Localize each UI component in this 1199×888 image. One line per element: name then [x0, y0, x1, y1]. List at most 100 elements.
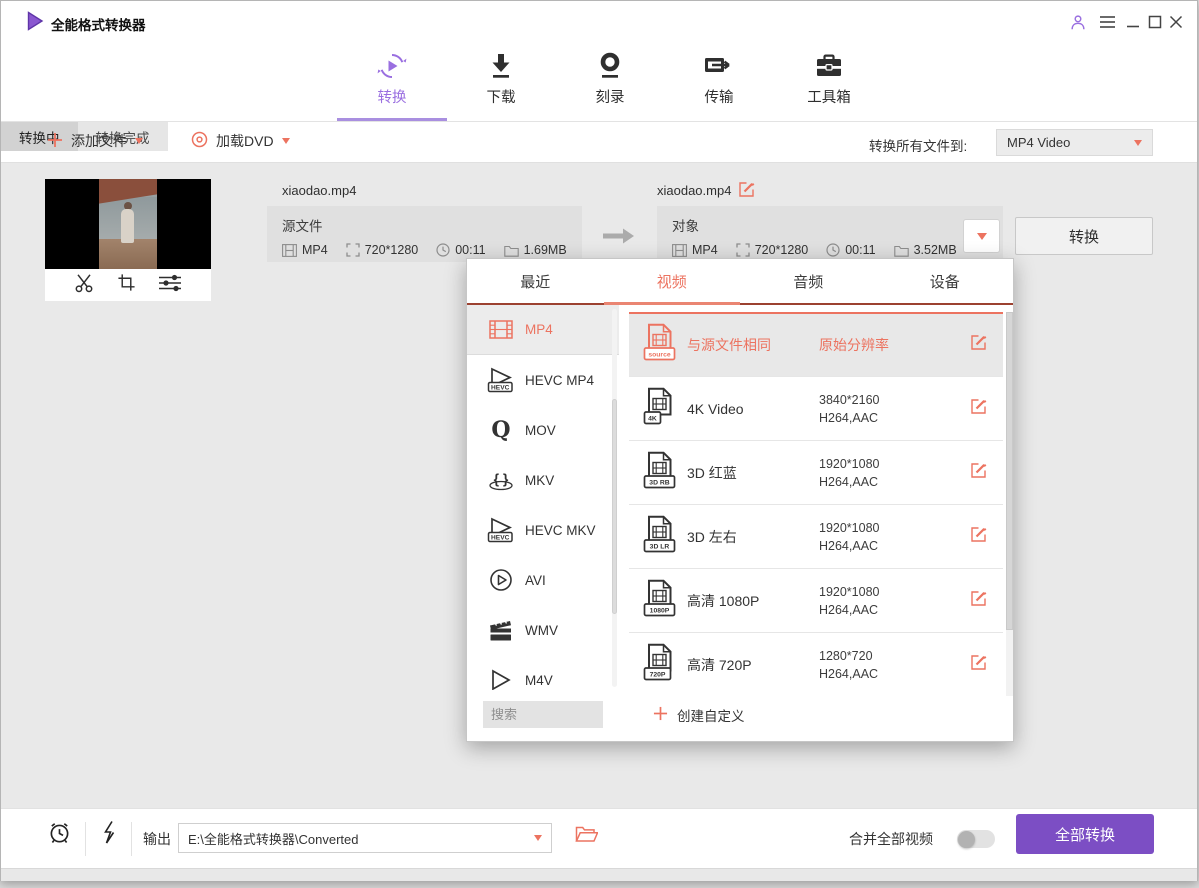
preset-specs: 1920*1080H264,AAC — [819, 569, 879, 632]
minimize-button[interactable] — [1124, 13, 1142, 31]
open-folder-icon[interactable] — [575, 824, 598, 848]
resolution-icon — [736, 243, 750, 257]
merge-toggle[interactable] — [957, 830, 995, 848]
folder-icon — [894, 244, 909, 257]
svg-text:{ }: { } — [494, 471, 509, 487]
source-format: MP4 — [302, 243, 328, 257]
tab-toolbox[interactable]: 工具箱 — [783, 49, 875, 113]
target-format: MP4 — [692, 243, 718, 257]
preset-specs: 原始分辨率 — [819, 314, 889, 376]
preset-codec: H264,AAC — [819, 411, 879, 425]
film-icon — [485, 320, 517, 339]
search-input[interactable] — [483, 701, 603, 728]
close-button[interactable] — [1167, 13, 1185, 31]
add-file-button[interactable]: 添加文件 — [47, 131, 143, 151]
clock-icon — [826, 243, 840, 257]
trim-icon[interactable] — [74, 273, 95, 298]
download-icon — [488, 49, 514, 83]
format-item-m4v[interactable]: M4V — [467, 655, 619, 690]
merge-videos-label: 合并全部视频 — [849, 829, 933, 849]
preset-list-scrollbar[interactable] — [1006, 312, 1013, 696]
format-panel: 最近视频音频设备 MP4HEVCHEVC MP4QMOV{ }MKVHEVCHE… — [466, 258, 1014, 742]
menu-icon[interactable] — [1098, 13, 1116, 31]
clapperboard-icon — [485, 618, 517, 642]
play-outline-icon — [485, 669, 517, 690]
preset-codec: H264,AAC — [819, 539, 879, 553]
target-size: 3.52MB — [914, 243, 957, 257]
film-icon — [672, 244, 687, 257]
create-custom-button[interactable]: 创建自定义 — [653, 705, 745, 725]
preset-row-720p[interactable]: 720P高清 720P1280*720H264,AAC — [629, 632, 1003, 696]
high-speed-icon[interactable] — [100, 820, 117, 850]
format-item-mkv[interactable]: { }MKV — [467, 455, 619, 505]
preset-dropdown-button[interactable] — [963, 219, 1000, 253]
format-item-hevc-mp4[interactable]: HEVCHEVC MP4 — [467, 355, 619, 405]
panel-tabs: 最近视频音频设备 — [467, 259, 1013, 305]
format-label: HEVC MKV — [525, 523, 596, 538]
source-section-label: 源文件 — [282, 215, 582, 235]
convert-all-button[interactable]: 全部转换 — [1016, 814, 1154, 854]
convert-button[interactable]: 转换 — [1015, 217, 1153, 255]
preset-row-4k[interactable]: 4K4K Video3840*2160H264,AAC — [629, 376, 1003, 440]
chevron-down-icon — [282, 138, 290, 144]
output-label: 输出 — [143, 829, 171, 849]
status-strip — [1, 868, 1197, 881]
preset-row-3d-lr[interactable]: 3D LR3D 左右1920*1080H264,AAC — [629, 504, 1003, 568]
svg-text:HEVC: HEVC — [491, 535, 510, 542]
tab-transfer[interactable]: 传输 — [673, 49, 765, 113]
format-item-hevc-mkv[interactable]: HEVC HEVC MKV — [467, 505, 619, 555]
tab-burn[interactable]: 刻录 — [564, 49, 656, 113]
hevc-icon: HEVC — [485, 367, 517, 393]
account-icon[interactable] — [1069, 13, 1087, 31]
toolbar: 添加文件 加载DVD 转换中 转换完成 转换所有文件到: MP4 Video — [1, 122, 1197, 163]
tab-download[interactable]: 下载 — [455, 49, 547, 113]
preset-name: 高清 720P — [687, 633, 752, 696]
video-file-icon: 4K — [642, 387, 676, 430]
load-dvd-button[interactable]: 加载DVD — [191, 131, 290, 151]
preset-row-3d-rb[interactable]: 3D RB3D 红蓝1920*1080H264,AAC — [629, 440, 1003, 504]
format-item-wmv[interactable]: WMV — [467, 605, 619, 655]
panel-tab-音频[interactable]: 音频 — [740, 259, 877, 303]
format-list-scrollbar[interactable] — [612, 309, 617, 687]
panel-tab-视频[interactable]: 视频 — [604, 259, 741, 303]
preset-name: 高清 1080P — [687, 569, 759, 632]
video-thumbnail — [45, 179, 211, 301]
preset-codec: H264,AAC — [819, 475, 879, 489]
schedule-icon[interactable] — [47, 820, 72, 850]
braces-icon: { } — [485, 468, 517, 492]
effects-icon[interactable] — [158, 274, 182, 297]
edit-preset-icon[interactable] — [970, 526, 987, 548]
tab-convert[interactable]: 转换 — [346, 49, 438, 113]
edit-preset-icon[interactable] — [970, 654, 987, 676]
rename-icon[interactable] — [738, 181, 755, 203]
chevron-down-icon — [1134, 140, 1142, 146]
preset-row-1080p[interactable]: 1080P高清 1080P1920*1080H264,AAC — [629, 568, 1003, 632]
preset-row-source[interactable]: source与源文件相同原始分辨率 — [629, 312, 1003, 376]
output-format-select[interactable]: MP4 Video — [996, 129, 1153, 156]
preset-list: source与源文件相同原始分辨率4K4K Video3840*2160H264… — [629, 312, 1003, 696]
format-item-mov[interactable]: QMOV — [467, 405, 619, 455]
output-path-select[interactable] — [178, 823, 552, 853]
format-item-avi[interactable]: AVI — [467, 555, 619, 605]
svg-text:source: source — [648, 352, 671, 359]
edit-preset-icon[interactable] — [970, 398, 987, 420]
format-label: WMV — [525, 623, 558, 638]
crop-icon[interactable] — [117, 273, 136, 297]
maximize-button[interactable] — [1146, 13, 1164, 31]
edit-preset-icon[interactable] — [970, 334, 987, 356]
chevron-down-icon — [534, 835, 542, 841]
format-list: MP4HEVCHEVC MP4QMOV{ }MKV HEVC HEVC MKV AVI… — [467, 305, 619, 690]
edit-preset-icon[interactable] — [970, 462, 987, 484]
source-size: 1.69MB — [524, 243, 567, 257]
panel-tab-设备[interactable]: 设备 — [877, 259, 1014, 303]
target-info-box: 对象 MP4 720*1280 00:11 3.52MB — [657, 206, 1003, 262]
svg-text:HEVC: HEVC — [491, 385, 510, 392]
thumbnail-image — [45, 179, 211, 269]
convert-icon — [376, 49, 408, 83]
panel-tab-最近[interactable]: 最近 — [467, 259, 604, 303]
output-path-input[interactable] — [188, 831, 534, 846]
disc-icon — [191, 131, 208, 151]
edit-preset-icon[interactable] — [970, 590, 987, 612]
format-item-mp4[interactable]: MP4 — [467, 305, 619, 355]
nav-label: 传输 — [705, 86, 734, 107]
